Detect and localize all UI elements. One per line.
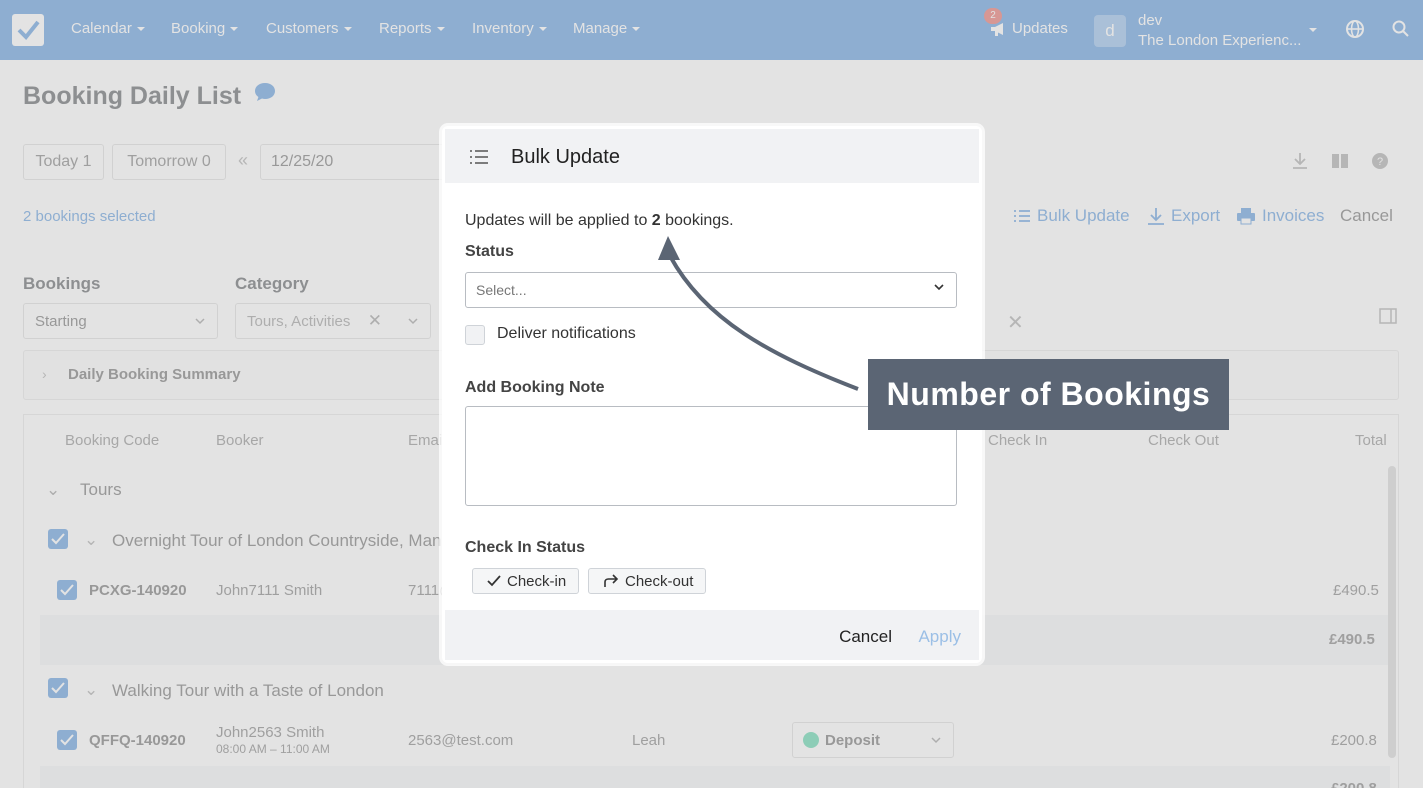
annotation-arrow-line xyxy=(668,255,859,391)
annotation-arrow-head xyxy=(658,236,680,260)
annotation-callout: Number of Bookings xyxy=(868,359,1229,430)
